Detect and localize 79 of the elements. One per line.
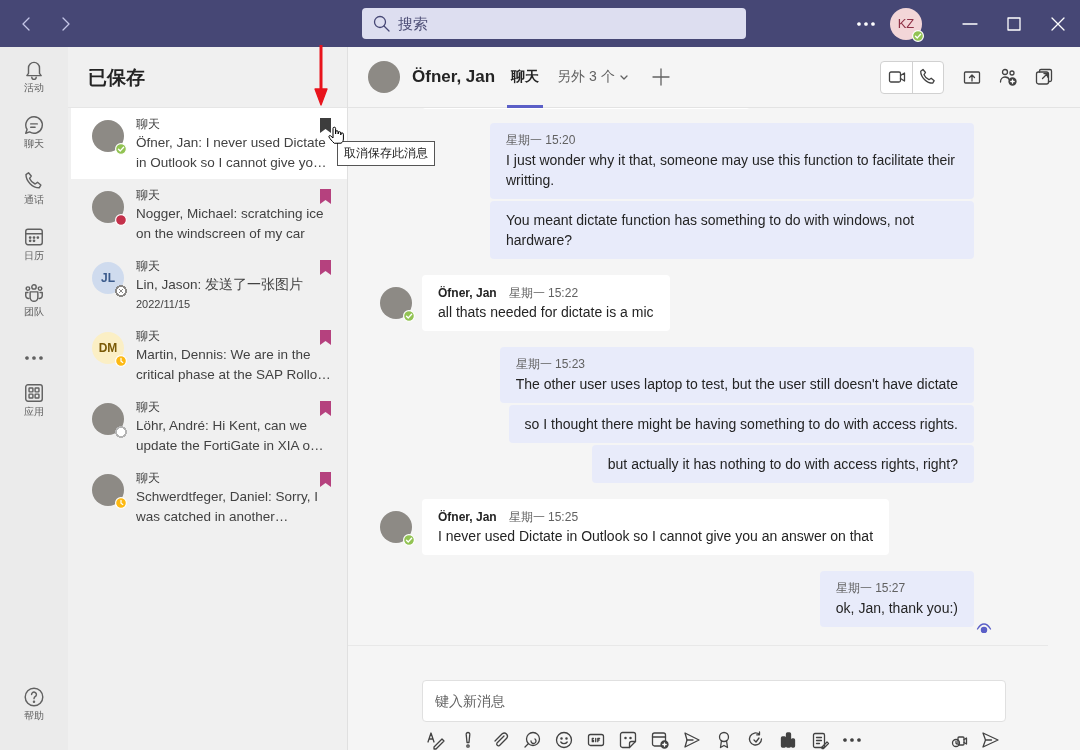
- bookmark-icon[interactable]: [319, 329, 332, 345]
- saved-message-item[interactable]: JL 聊天 Lin, Jason: 发送了一张图片 2022/11/15: [71, 250, 347, 320]
- chat-icon: [23, 114, 45, 136]
- chart-icon[interactable]: [778, 730, 798, 750]
- send-icon[interactable]: [980, 730, 1000, 750]
- apps-icon: [23, 382, 45, 404]
- message-timestamp: 星期一 15:23: [515, 356, 586, 372]
- chat-tab[interactable]: 另外 3 个: [553, 46, 633, 108]
- message-text: I just wonder why it that, someone may use this function to facilitate their writting.: [506, 151, 956, 190]
- message-preview: Schwerdtfeger, Daniel: Sorry, I was catched in another…: [136, 488, 320, 526]
- message-preview: Lin, Jason: 发送了一张图片: [136, 276, 305, 294]
- more-icon[interactable]: [842, 737, 862, 743]
- loop-icon[interactable]: [522, 730, 542, 750]
- bookmark-icon[interactable]: [319, 188, 332, 204]
- more-icon[interactable]: [24, 355, 44, 361]
- category-label: 聊天: [136, 188, 160, 204]
- pop-out-icon: [1034, 67, 1054, 87]
- bookmark-icon[interactable]: [319, 400, 332, 416]
- saved-message-item[interactable]: 聊天 Nogger, Michael: scratching ice on the windscreen of my car: [71, 179, 347, 250]
- date-label: 2022/11/15: [136, 298, 192, 310]
- message-preview: Martin, Dennis: We are in the critical phase at the SAP Rollo…: [136, 346, 332, 384]
- rail-nav-item[interactable]: 通话: [0, 168, 68, 224]
- calendar-icon: [23, 226, 45, 248]
- avatar-initials: DM: [92, 332, 124, 364]
- category-label: 聊天: [136, 471, 160, 487]
- help-icon: [23, 686, 45, 708]
- rail-nav-item[interactable]: 活动: [0, 56, 68, 112]
- help-button[interactable]: 帮助: [0, 684, 68, 740]
- message-text: The other user uses laptop to test, but the user still doesn't have dictate: [515, 375, 958, 394]
- message-text: You meant dictate function has something to do with windows, not hardware?: [506, 211, 916, 250]
- category-label: 聊天: [136, 259, 160, 275]
- people-icon: [23, 282, 45, 304]
- saved-message-item[interactable]: DM 聊天 Martin, Dennis: We are in the critical phase at the SAP Rollo…: [71, 320, 347, 391]
- bookmark-icon[interactable]: [319, 117, 332, 133]
- message-preview: Nogger, Michael: scratching ice on the windscreen of my car: [136, 205, 325, 243]
- category-label: 聊天: [136, 117, 160, 133]
- search-icon: [372, 14, 392, 34]
- message-timestamp: 星期一 15:22: [508, 285, 579, 302]
- message-text: I never used Dictate in Outlook so I cannot give you an answer on that: [438, 527, 874, 546]
- message-text: but actually it has nothing to do with access rights, right?: [607, 455, 958, 474]
- rail-nav-item[interactable]: 日历: [0, 224, 68, 280]
- message-author: Öfner, Jan: [438, 509, 497, 526]
- rail-nav-item[interactable]: 应用: [0, 380, 68, 436]
- message-timestamp: 星期一 15:20: [506, 132, 577, 148]
- message-input-field[interactable]: 键入新消息: [422, 680, 1006, 722]
- emoji-icon[interactable]: [554, 730, 574, 750]
- message-preview: Löhr, André: Hi Kent, can we update the FortiGate in XIA o…: [136, 417, 325, 455]
- notes-icon[interactable]: [810, 730, 830, 750]
- sticker-icon[interactable]: [618, 730, 638, 750]
- send-arrow-icon[interactable]: [682, 730, 702, 750]
- avatar-initials: JL: [92, 262, 124, 294]
- rail-nav-item[interactable]: 团队: [0, 280, 68, 336]
- message-author: Öfner, Jan: [438, 285, 497, 302]
- contact-avatar-photo: [368, 61, 400, 93]
- message-timestamp: 星期一 15:25: [508, 509, 579, 526]
- contact-name: Öfner, Jan: [412, 67, 496, 87]
- add-tab-icon[interactable]: [650, 67, 671, 87]
- message-text: ok, Jan, thank you:): [835, 599, 958, 618]
- saved-message-item[interactable]: 聊天 Löhr, André: Hi Kent, can we update the FortiGate in XIA o…: [71, 391, 347, 462]
- saved-message-item[interactable]: 聊天 Schwerdtfeger, Daniel: Sorry, I was catched in another…: [71, 462, 347, 533]
- rail-nav-item[interactable]: 聊天: [0, 112, 68, 168]
- search-field[interactable]: 搜索: [362, 8, 746, 39]
- bookmark-icon[interactable]: [319, 259, 332, 275]
- annotation-arrow: [314, 45, 328, 107]
- schedule-meeting-icon[interactable]: [650, 730, 670, 750]
- add-people-icon: [998, 67, 1018, 87]
- category-label: 聊天: [136, 329, 160, 345]
- format-icon[interactable]: [426, 730, 446, 750]
- bookmark-icon[interactable]: [319, 471, 332, 487]
- message-timestamp: 星期一 15:27: [835, 580, 907, 596]
- more-icon[interactable]: [856, 20, 876, 27]
- tooltip: 取消保存此消息: [337, 141, 435, 166]
- user-avatar[interactable]: KZ: [890, 7, 922, 40]
- message-preview: Öfner, Jan: I never used Dictate in Outlook so I cannot give yo…: [136, 134, 327, 172]
- category-label: 聊天: [136, 400, 160, 416]
- message-text: so I thought there might be having something to do with access rights.: [524, 415, 958, 434]
- message-text: all thats needed for dictate is a mic: [438, 303, 654, 322]
- phone-icon: [918, 67, 938, 87]
- call-button-group[interactable]: [880, 60, 944, 94]
